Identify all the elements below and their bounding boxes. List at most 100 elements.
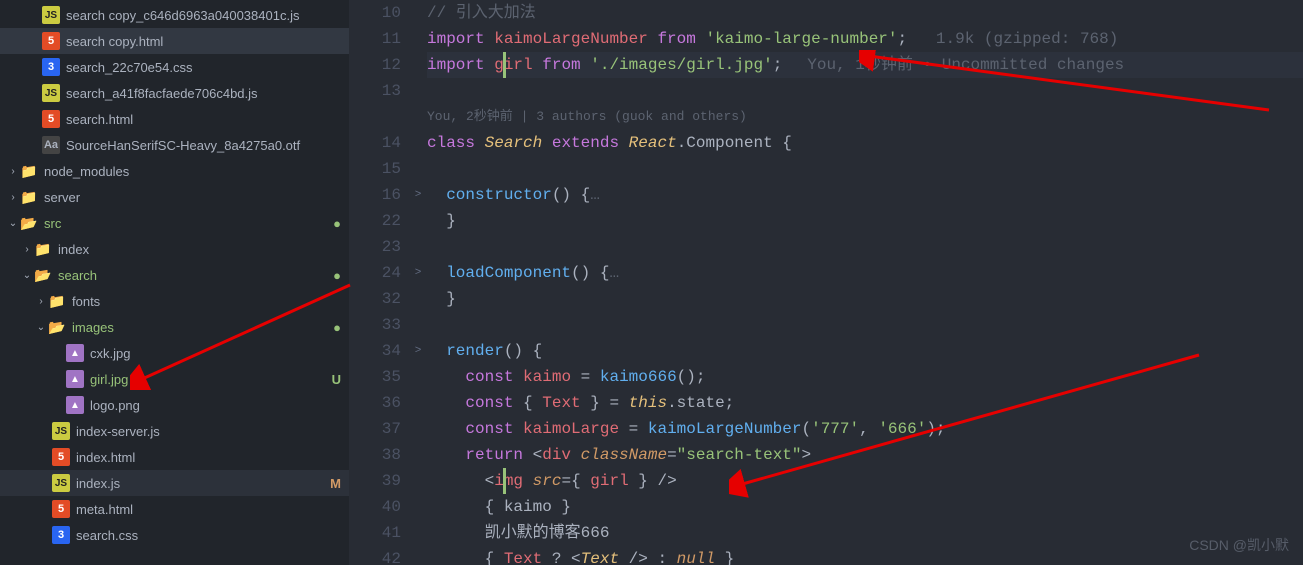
fold-toggle[interactable] (409, 156, 427, 182)
punctuation: () { (571, 264, 609, 282)
fold-toggle[interactable] (409, 26, 427, 52)
fold-toggle[interactable] (409, 0, 427, 26)
fold-column[interactable]: > > > (409, 0, 427, 565)
tag-img: img (494, 472, 523, 490)
file-tree-item[interactable]: JSsearch copy_c646d6963a040038401c.js (0, 2, 349, 28)
keyword-const: const (465, 368, 513, 386)
component-tag: Text (581, 550, 619, 565)
chevron-icon[interactable]: › (6, 192, 20, 203)
fold-toggle[interactable] (409, 390, 427, 416)
chevron-icon[interactable]: ⌄ (6, 218, 20, 229)
chevron-icon[interactable]: ⌄ (34, 322, 48, 333)
line-number: 40 (349, 494, 401, 520)
keyword-const: const (465, 420, 513, 438)
fold-toggle[interactable] (409, 416, 427, 442)
fold-toggle[interactable] (409, 364, 427, 390)
line-number (349, 104, 401, 130)
chevron-icon[interactable]: › (20, 244, 34, 255)
file-tree-item[interactable]: JSindex.jsM (0, 470, 349, 496)
fold-toggle[interactable] (409, 494, 427, 520)
brace: } (629, 472, 648, 490)
file-tree-item[interactable]: 5index.html (0, 444, 349, 470)
keyword-null: null (677, 550, 715, 565)
punctuation: .Component { (677, 134, 792, 152)
identifier: Text (504, 550, 542, 565)
watermark: CSDN @凯小默 (1189, 535, 1289, 555)
class-name: Search (485, 134, 543, 152)
line-number: 11 (349, 26, 401, 52)
code-area[interactable]: // 引入大加法 import kaimoLargeNumber from 'k… (427, 0, 1303, 565)
file-tree-item[interactable]: 3search.css (0, 522, 349, 548)
fold-toggle[interactable] (409, 286, 427, 312)
file-tree-item[interactable]: 5search copy.html (0, 28, 349, 54)
fold-toggle[interactable] (409, 208, 427, 234)
chevron-icon[interactable]: › (6, 166, 20, 177)
fold-toggle[interactable] (409, 520, 427, 546)
fold-toggle[interactable] (409, 312, 427, 338)
text-content: 凯小默的博客666 (485, 524, 610, 542)
punctuation: () { (552, 186, 590, 204)
file-label: index.html (76, 450, 341, 465)
file-explorer[interactable]: JSsearch copy_c646d6963a040038401c.js5se… (0, 0, 349, 565)
tag-name: div (542, 446, 571, 464)
file-tree-item[interactable]: ▲girl.jpgU (0, 366, 349, 392)
file-tree-item[interactable]: AaSourceHanSerifSC-Heavy_8a4275a0.otf (0, 132, 349, 158)
paren: ( (801, 420, 811, 438)
brace: { (571, 472, 590, 490)
file-label: index.js (76, 476, 326, 491)
fold-toggle[interactable] (409, 546, 427, 565)
fold-placeholder[interactable]: … (590, 186, 600, 204)
file-tree-item[interactable]: JSindex-server.js (0, 418, 349, 444)
property: .state; (667, 394, 734, 412)
fold-toggle[interactable] (409, 234, 427, 260)
file-label: node_modules (44, 164, 341, 179)
tag-close: > (802, 446, 812, 464)
file-tree-item[interactable]: JSsearch_a41f8facfaede706c4bd.js (0, 80, 349, 106)
line-number: 32 (349, 286, 401, 312)
file-tree-item[interactable]: 5meta.html (0, 496, 349, 522)
file-tree-item[interactable]: ›📁index (0, 236, 349, 262)
fold-placeholder[interactable]: … (609, 264, 619, 282)
comment: // 引入大加法 (427, 4, 536, 22)
file-tree-item[interactable]: ›📁server (0, 184, 349, 210)
file-tree-item[interactable]: ⌄📂images● (0, 314, 349, 340)
keyword-extends: extends (552, 134, 619, 152)
git-status-badge: M (330, 476, 341, 491)
fold-toggle[interactable] (409, 442, 427, 468)
operator: ? (542, 550, 571, 565)
keyword-return: return (465, 446, 523, 464)
file-tree-item[interactable]: ›📁fonts (0, 288, 349, 314)
tag-open: < (523, 446, 542, 464)
fold-toggle[interactable]: > (409, 260, 427, 286)
line-number: 23 (349, 234, 401, 260)
chevron-icon[interactable]: › (34, 296, 48, 307)
git-dot: ● (333, 320, 341, 335)
line-number: 35 (349, 364, 401, 390)
chevron-icon[interactable]: ⌄ (20, 270, 34, 281)
fold-toggle[interactable]: > (409, 182, 427, 208)
fold-toggle[interactable] (409, 468, 427, 494)
file-tree-item[interactable]: ›📁node_modules (0, 158, 349, 184)
file-tree-item[interactable]: 5search.html (0, 106, 349, 132)
file-tree-item[interactable]: ▲cxk.jpg (0, 340, 349, 366)
modified-indicator (503, 468, 506, 494)
file-label: src (44, 216, 329, 231)
identifier: girl (494, 56, 532, 74)
codelens-authors[interactable]: You, 2秒钟前 | 3 authors (guok and others) (427, 104, 1303, 130)
file-tree-item[interactable]: ⌄📂search● (0, 262, 349, 288)
file-tree-item[interactable]: 3search_22c70e54.css (0, 54, 349, 80)
file-tree-item[interactable]: ▲logo.png (0, 392, 349, 418)
file-label: search copy_c646d6963a040038401c.js (66, 8, 341, 23)
code-editor[interactable]: 1011121314151622232432333435363738394041… (349, 0, 1303, 565)
file-label: search.html (66, 112, 341, 127)
fold-toggle[interactable] (409, 130, 427, 156)
file-label: search_22c70e54.css (66, 60, 341, 75)
fold-toggle[interactable] (409, 52, 427, 78)
file-tree-item[interactable]: ⌄📂src● (0, 210, 349, 236)
fold-toggle[interactable]: > (409, 338, 427, 364)
fold-toggle[interactable] (409, 104, 427, 130)
operator: = (619, 420, 648, 438)
brace: } (446, 212, 456, 230)
fold-toggle[interactable] (409, 78, 427, 104)
jsx-expression: { kaimo } (485, 498, 571, 516)
